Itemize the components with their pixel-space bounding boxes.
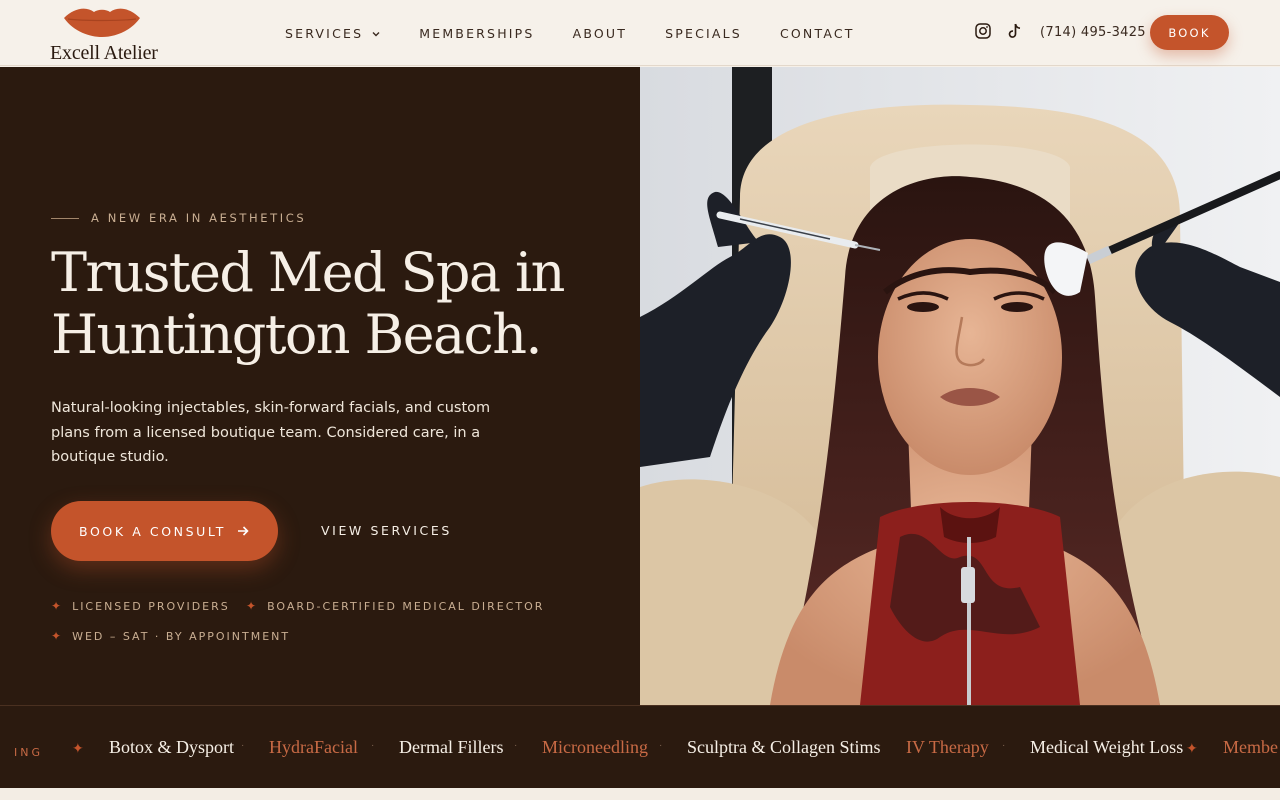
nav-services-label: SERVICES: [285, 26, 364, 41]
hero-eyebrow: A NEW ERA IN AESTHETICS: [51, 211, 306, 225]
badge-label: BOARD-CERTIFIED MEDICAL DIRECTOR: [267, 599, 545, 613]
marquee-item[interactable]: Medical Weight Loss: [1030, 737, 1183, 758]
hero-content: A NEW ERA IN AESTHETICS Trusted Med Spa …: [0, 67, 640, 705]
nav-item-memberships[interactable]: MEMBERSHIPS: [419, 26, 534, 41]
main-nav: SERVICES MEMBERSHIPS ABOUT SPECIALS CONT…: [285, 26, 855, 41]
star-icon: ✦: [1186, 740, 1198, 756]
dot-icon: ·: [878, 740, 882, 751]
page-bottom-strip: [0, 788, 1280, 800]
services-marquee: ING ✦ Botox & Dysport · HydraFacial · De…: [0, 705, 1280, 788]
book-button[interactable]: BOOK: [1150, 15, 1229, 50]
dot-icon: ·: [514, 740, 518, 751]
hero-image: [640, 67, 1280, 705]
dot-icon: ·: [371, 740, 375, 751]
sparkle-icon: ✦: [51, 629, 64, 643]
hero-subcopy: Natural-looking injectables, skin-forwar…: [51, 400, 491, 465]
marquee-item[interactable]: HydraFacial: [269, 737, 358, 758]
marquee-item[interactable]: Botox & Dysport: [109, 737, 234, 758]
site-header: Excell Atelier SERVICES MEMBERSHIPS ABOU…: [0, 0, 1280, 66]
eyebrow-text: A NEW ERA IN AESTHETICS: [91, 211, 307, 225]
dot-icon: ·: [659, 740, 663, 751]
marquee-item[interactable]: Dermal Fillers: [399, 737, 503, 758]
marquee-fragment: ING: [14, 746, 43, 759]
eyebrow-divider: [51, 217, 79, 219]
headline-line-1: Trusted Med Spa in: [51, 241, 565, 304]
book-consult-label: BOOK A CONSULT: [78, 523, 226, 539]
brand-name: Excell Atelier: [50, 42, 158, 64]
sparkle-icon: ✦: [51, 599, 64, 613]
badge-licensed: ✦ LICENSED PROVIDERS: [51, 599, 230, 613]
badge-label: LICENSED PROVIDERS: [72, 599, 230, 613]
marquee-item[interactable]: IV Therapy: [906, 737, 989, 758]
tiktok-icon[interactable]: [1006, 22, 1024, 40]
marquee-item[interactable]: Membe: [1223, 737, 1278, 758]
dot-icon: ·: [1002, 740, 1006, 751]
badge-hours: ✦ WED – SAT · BY APPOINTMENT: [51, 629, 290, 643]
arrow-right-icon: [238, 526, 249, 536]
treatment-photo: [640, 67, 1280, 705]
nav-item-about[interactable]: ABOUT: [573, 26, 628, 41]
dot-icon: ·: [241, 740, 245, 751]
badge-medical-director: ✦ BOARD-CERTIFIED MEDICAL DIRECTOR: [246, 599, 544, 613]
brand-logo[interactable]: Excell Atelier: [50, 4, 160, 64]
nav-item-contact[interactable]: CONTACT: [780, 26, 855, 41]
headline-line-2: Huntington Beach.: [51, 303, 543, 366]
book-consult-button[interactable]: BOOK A CONSULT: [51, 501, 278, 561]
sparkle-icon: ✦: [246, 599, 259, 613]
instagram-icon[interactable]: [974, 22, 992, 40]
marquee-item[interactable]: Sculptra & Collagen Stims: [687, 737, 881, 758]
badge-label: WED – SAT · BY APPOINTMENT: [72, 629, 291, 643]
marquee-item[interactable]: Microneedling: [542, 737, 648, 758]
view-services-link[interactable]: VIEW SERVICES: [321, 523, 452, 538]
star-icon: ✦: [72, 740, 84, 756]
nav-item-services[interactable]: SERVICES: [285, 26, 381, 41]
lips-logo-icon: [64, 8, 140, 37]
hero-headline: Trusted Med Spa in Huntington Beach.: [51, 242, 611, 366]
phone-link[interactable]: (714) 495-3425: [1040, 25, 1146, 40]
chevron-down-icon: [372, 31, 380, 36]
nav-item-specials[interactable]: SPECIALS: [665, 26, 742, 41]
